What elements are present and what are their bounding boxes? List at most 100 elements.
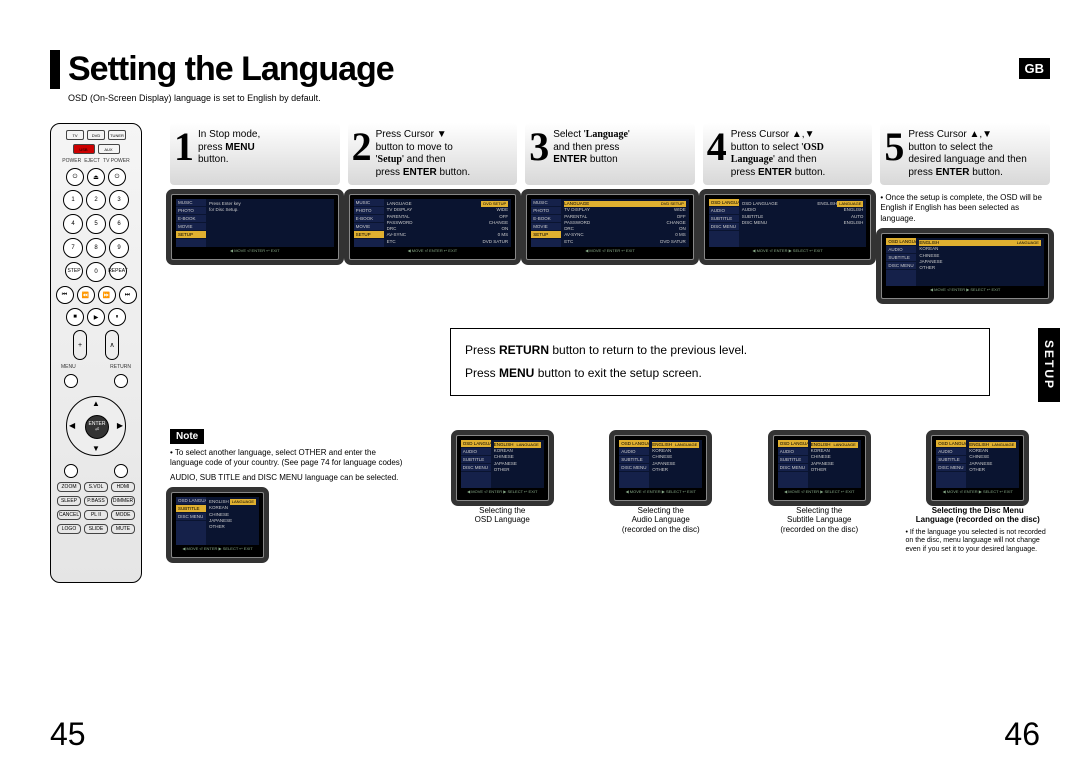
num-6: 6 <box>109 214 129 234</box>
remote-step: STEP <box>65 262 83 280</box>
btn-j: LOGO <box>57 524 81 534</box>
volume-rocker: + <box>73 330 87 360</box>
info-icon <box>64 464 78 478</box>
play-icon: ▶ <box>87 308 105 326</box>
region-badge: GB <box>1019 58 1051 79</box>
remote-repeat: REPEAT <box>109 262 127 280</box>
step-text: Press Cursor ▲,▼button to select thedesi… <box>908 129 1026 179</box>
mini-col-1: OSD LANGUAGEAUDIOSUBTITLEDISC MENULANGUA… <box>589 426 734 554</box>
tvpower-icon: ⏻ <box>108 168 126 186</box>
setup-tab: SETUP <box>1038 328 1060 402</box>
num-5: 5 <box>86 214 106 234</box>
rew-icon: ⏪ <box>77 286 95 304</box>
mini-caption: Selecting theAudio Language(recorded on … <box>622 506 700 535</box>
return-label: RETURN <box>110 364 131 370</box>
eject-icon: ⏏ <box>87 168 105 186</box>
num-9: 9 <box>109 238 129 258</box>
stop-icon: ■ <box>66 308 84 326</box>
return-note-box: Press RETURN button to return to the pre… <box>450 328 990 396</box>
num-1: 1 <box>63 190 83 210</box>
tv-screenshot: OSD LANGUAGEAUDIOSUBTITLEDISC MENULANGUA… <box>703 193 873 261</box>
dpad: ▲ ▼ ◀ ▶ ENTER⏎ <box>66 396 126 456</box>
step-5: 5Press Cursor ▲,▼button to select thedes… <box>880 123 1050 300</box>
return-line1-post: button to return to the previous level. <box>549 343 747 357</box>
tv-screenshot: OSD LANGUAGEAUDIOSUBTITLEDISC MENULANGUA… <box>455 434 550 502</box>
btn-k: SLIDE <box>84 524 108 534</box>
tv-screenshot: OSD LANGUAGEAUDIOSUBTITLEDISC MENULANGUA… <box>880 232 1050 300</box>
remote-aux: AUX <box>98 144 120 154</box>
btn-c: HDMI <box>111 482 135 492</box>
prev-icon: ⏮ <box>56 286 74 304</box>
step-5-footnote: Once the setup is complete, the OSD will… <box>880 193 1050 224</box>
step-text: Press Cursor ▲,▼button to select 'OSDLan… <box>731 129 826 179</box>
tv-screenshot: OSD LANGUAGEAUDIOSUBTITLEDISC MENULANGUA… <box>772 434 867 502</box>
remote-tuner: TUNER <box>108 130 126 140</box>
step-text: In Stop mode,press MENUbutton. <box>198 129 260 167</box>
mini-col-3: OSD LANGUAGEAUDIOSUBTITLEDISC MENULANGUA… <box>906 426 1051 554</box>
arrow-left-icon: ◀ <box>69 421 75 430</box>
return-line2-post: button to exit the setup screen. <box>534 366 701 380</box>
ffwd-icon: ⏩ <box>98 286 116 304</box>
arrow-down-icon: ▼ <box>92 444 100 453</box>
num-7: 7 <box>63 238 83 258</box>
btn-h: PL II <box>84 510 108 520</box>
remote-dvd: DVD <box>87 130 105 140</box>
btn-i: MODE <box>111 510 135 520</box>
num-3: 3 <box>109 190 129 210</box>
mini-col-2: OSD LANGUAGEAUDIOSUBTITLEDISC MENULANGUA… <box>747 426 892 554</box>
return-line2-pre: Press <box>465 366 499 380</box>
enter-button: ENTER⏎ <box>85 415 109 439</box>
tv-note: OSD LANGUAGESUBTITLEDISC MENULANGUAGEENG… <box>170 491 265 559</box>
note-badge: Note <box>170 429 204 444</box>
remote-power-label: POWER <box>62 158 81 164</box>
note-line-1: To select another language, select OTHER… <box>170 448 410 469</box>
remote-usb: USB <box>73 144 95 154</box>
page-number-left: 45 <box>50 716 86 753</box>
page-title: Setting the Language <box>68 50 1050 89</box>
tv-screenshot: MUSICPHOTOE-BOOKMOVIESETUPPress Enter ke… <box>170 193 340 261</box>
num-4: 4 <box>63 214 83 234</box>
remote-eject-label: EJECT <box>84 158 100 164</box>
btn-f: DIMMER <box>111 496 135 506</box>
step-4: 4Press Cursor ▲,▼button to select 'OSDLa… <box>703 123 873 300</box>
note-line-2: AUDIO, SUB TITLE and DISC MENU language … <box>170 473 410 483</box>
step-number: 2 <box>352 129 372 165</box>
exit-icon <box>114 464 128 478</box>
btn-d: SLEEP <box>57 496 81 506</box>
remote-tvpower-label: TV POWER <box>103 158 130 164</box>
step-number: 5 <box>884 129 904 165</box>
tv-screenshot: MUSICPHOTOE-BOOKMOVIESETUPDVD SETUPLANGU… <box>348 193 518 261</box>
mini-footnote: If the language you selected is not reco… <box>906 529 1051 554</box>
step-2: 2Press Cursor ▼button to move to'Setup' … <box>348 123 518 300</box>
arrow-up-icon: ▲ <box>92 399 100 408</box>
power-icon: ⏻ <box>66 168 84 186</box>
num-8: 8 <box>86 238 106 258</box>
btn-l: MUTE <box>111 524 135 534</box>
num-2: 2 <box>86 190 106 210</box>
step-1: 1In Stop mode,press MENUbutton. MUSICPHOT… <box>170 123 340 300</box>
tv-screenshot: OSD LANGUAGEAUDIOSUBTITLEDISC MENULANGUA… <box>930 434 1025 502</box>
page-number-right: 46 <box>1004 716 1040 753</box>
step-3: 3Select 'Language'and then pressENTER bu… <box>525 123 695 300</box>
mini-caption: Selecting theSubtitle Language(recorded … <box>780 506 858 535</box>
mini-caption: Selecting the Disc MenuLanguage (recorde… <box>916 506 1040 525</box>
mini-caption: Selecting theOSD Language <box>475 506 530 525</box>
arrow-right-icon: ▶ <box>117 421 123 430</box>
step-text: Press Cursor ▼button to move to'Setup' a… <box>376 129 471 179</box>
return-line1-pre: Press <box>465 343 499 357</box>
btn-g: CANCEL <box>57 510 81 520</box>
menu-button-icon <box>64 374 78 388</box>
tuning-rocker: ∧ <box>105 330 119 360</box>
tv-screenshot: MUSICPHOTOE-BOOKMOVIESETUPDVD SETUPLANGU… <box>525 193 695 261</box>
return-button-icon <box>114 374 128 388</box>
step-number: 1 <box>174 129 194 165</box>
btn-b: S.VOL <box>84 482 108 492</box>
pause-icon: ⏸ <box>108 308 126 326</box>
num-0: 0 <box>86 262 106 282</box>
step-text: Select 'Language'and then pressENTER but… <box>553 129 630 167</box>
return-line1-b: RETURN <box>499 343 549 357</box>
remote-illustration: TVDVDTUNER USBAUX POWEREJECTTV POWER ⏻⏏⏻… <box>50 123 142 583</box>
step-number: 4 <box>707 129 727 165</box>
subtitle: OSD (On-Screen Display) language is set … <box>68 93 1050 103</box>
tv-screenshot: OSD LANGUAGEAUDIOSUBTITLEDISC MENULANGUA… <box>613 434 708 502</box>
